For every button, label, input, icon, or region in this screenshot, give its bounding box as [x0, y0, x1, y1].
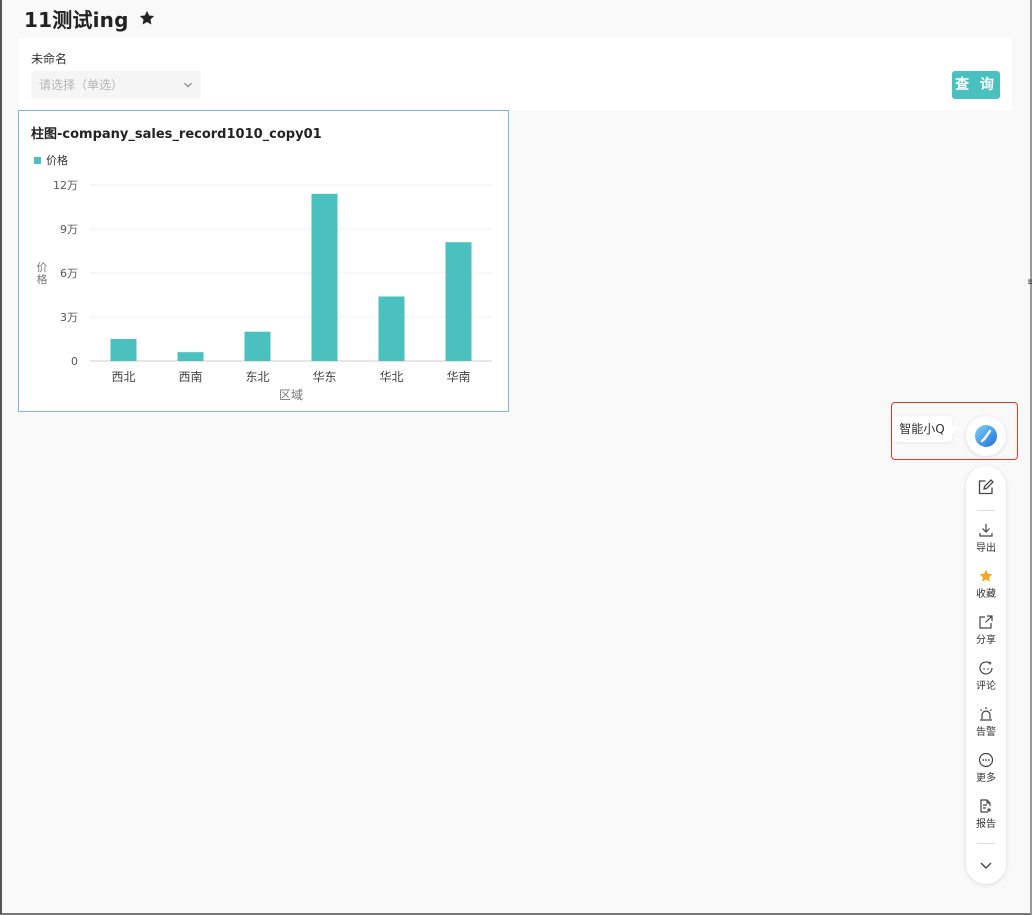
filter-label: 未命名 — [31, 52, 68, 66]
x-tick-label: 东北 — [245, 370, 269, 384]
toolbar-divider — [977, 510, 995, 511]
assistant-highlight: 智能小Q — [891, 402, 1018, 460]
assistant-logo-icon — [975, 425, 997, 447]
y-tick-label: 12万 — [53, 179, 78, 192]
filter-panel: 未命名 请选择（单选） 查 询 — [19, 38, 1012, 110]
bar[interactable] — [177, 352, 204, 361]
share-button[interactable]: 分享 — [966, 614, 1006, 646]
report-icon — [980, 799, 991, 813]
y-tick-label: 9万 — [60, 223, 78, 236]
y-tick-label: 0 — [71, 355, 78, 368]
more-label: 更多 — [976, 773, 996, 784]
star-icon[interactable] — [138, 9, 156, 27]
chevron-down-icon — [184, 82, 192, 88]
bar-chart: 03万6万9万12万西北 西南 东北 华东 华北 华南区域价格 — [37, 179, 492, 402]
x-tick-label: 华南 — [446, 369, 470, 384]
bar[interactable] — [110, 339, 137, 361]
assistant-avatar[interactable] — [966, 416, 1006, 456]
edge-marker: ≡ — [1027, 277, 1032, 288]
more-icon — [978, 752, 994, 768]
y-tick-label: 6万 — [60, 267, 78, 280]
floating-toolbar: 导出 收藏 分享 评论 告警 更多 报告 — [966, 466, 1006, 884]
title-bar: 11测试ing — [24, 4, 156, 32]
toolbar-divider — [977, 843, 995, 844]
report-button[interactable]: 报告 — [966, 798, 1006, 830]
bar[interactable] — [244, 331, 271, 361]
bar[interactable] — [445, 242, 472, 361]
chevron-down-icon — [980, 862, 992, 869]
assistant-label[interactable]: 智能小Q — [892, 416, 952, 442]
x-tick-label: 西南 — [178, 369, 202, 384]
x-axis-title: 区域 — [279, 388, 303, 402]
export-button[interactable]: 导出 — [966, 522, 1006, 554]
x-tick-label: 华东 — [312, 370, 336, 384]
collapse-button[interactable] — [966, 857, 1006, 873]
more-button[interactable]: 更多 — [966, 752, 1006, 784]
export-label: 导出 — [976, 543, 996, 554]
favorite-label: 收藏 — [976, 589, 996, 600]
chart-card[interactable]: 柱图-company_sales_record1010_copy01 价格 03… — [18, 110, 509, 412]
alarm-icon — [980, 707, 992, 721]
alarm-button[interactable]: 告警 — [966, 706, 1006, 738]
edit-icon — [978, 479, 994, 495]
share-icon — [979, 615, 993, 629]
assistant-pointer — [951, 425, 957, 435]
alarm-label: 告警 — [976, 727, 996, 738]
x-tick-label: 西北 — [111, 370, 135, 384]
query-button[interactable]: 查 询 — [952, 71, 1000, 99]
x-tick-label: 华北 — [379, 370, 403, 384]
comment-button[interactable]: 评论 — [966, 660, 1006, 692]
edit-button[interactable] — [966, 478, 1006, 496]
page-title: 11测试ing — [24, 7, 129, 32]
filter-select[interactable]: 请选择（单选） — [31, 71, 201, 99]
y-tick-label: 3万 — [60, 311, 78, 324]
share-label: 分享 — [976, 635, 996, 646]
favorite-button[interactable]: 收藏 — [966, 568, 1006, 600]
comment-label: 评论 — [976, 681, 996, 692]
bar[interactable] — [311, 193, 338, 361]
star-icon — [979, 569, 993, 582]
bar[interactable] — [378, 296, 405, 361]
y-axis-title: 格 — [37, 272, 48, 286]
report-label: 报告 — [976, 819, 996, 830]
comment-icon — [979, 661, 993, 675]
filter-select-placeholder: 请选择（单选） — [39, 78, 124, 92]
download-icon — [979, 524, 993, 537]
